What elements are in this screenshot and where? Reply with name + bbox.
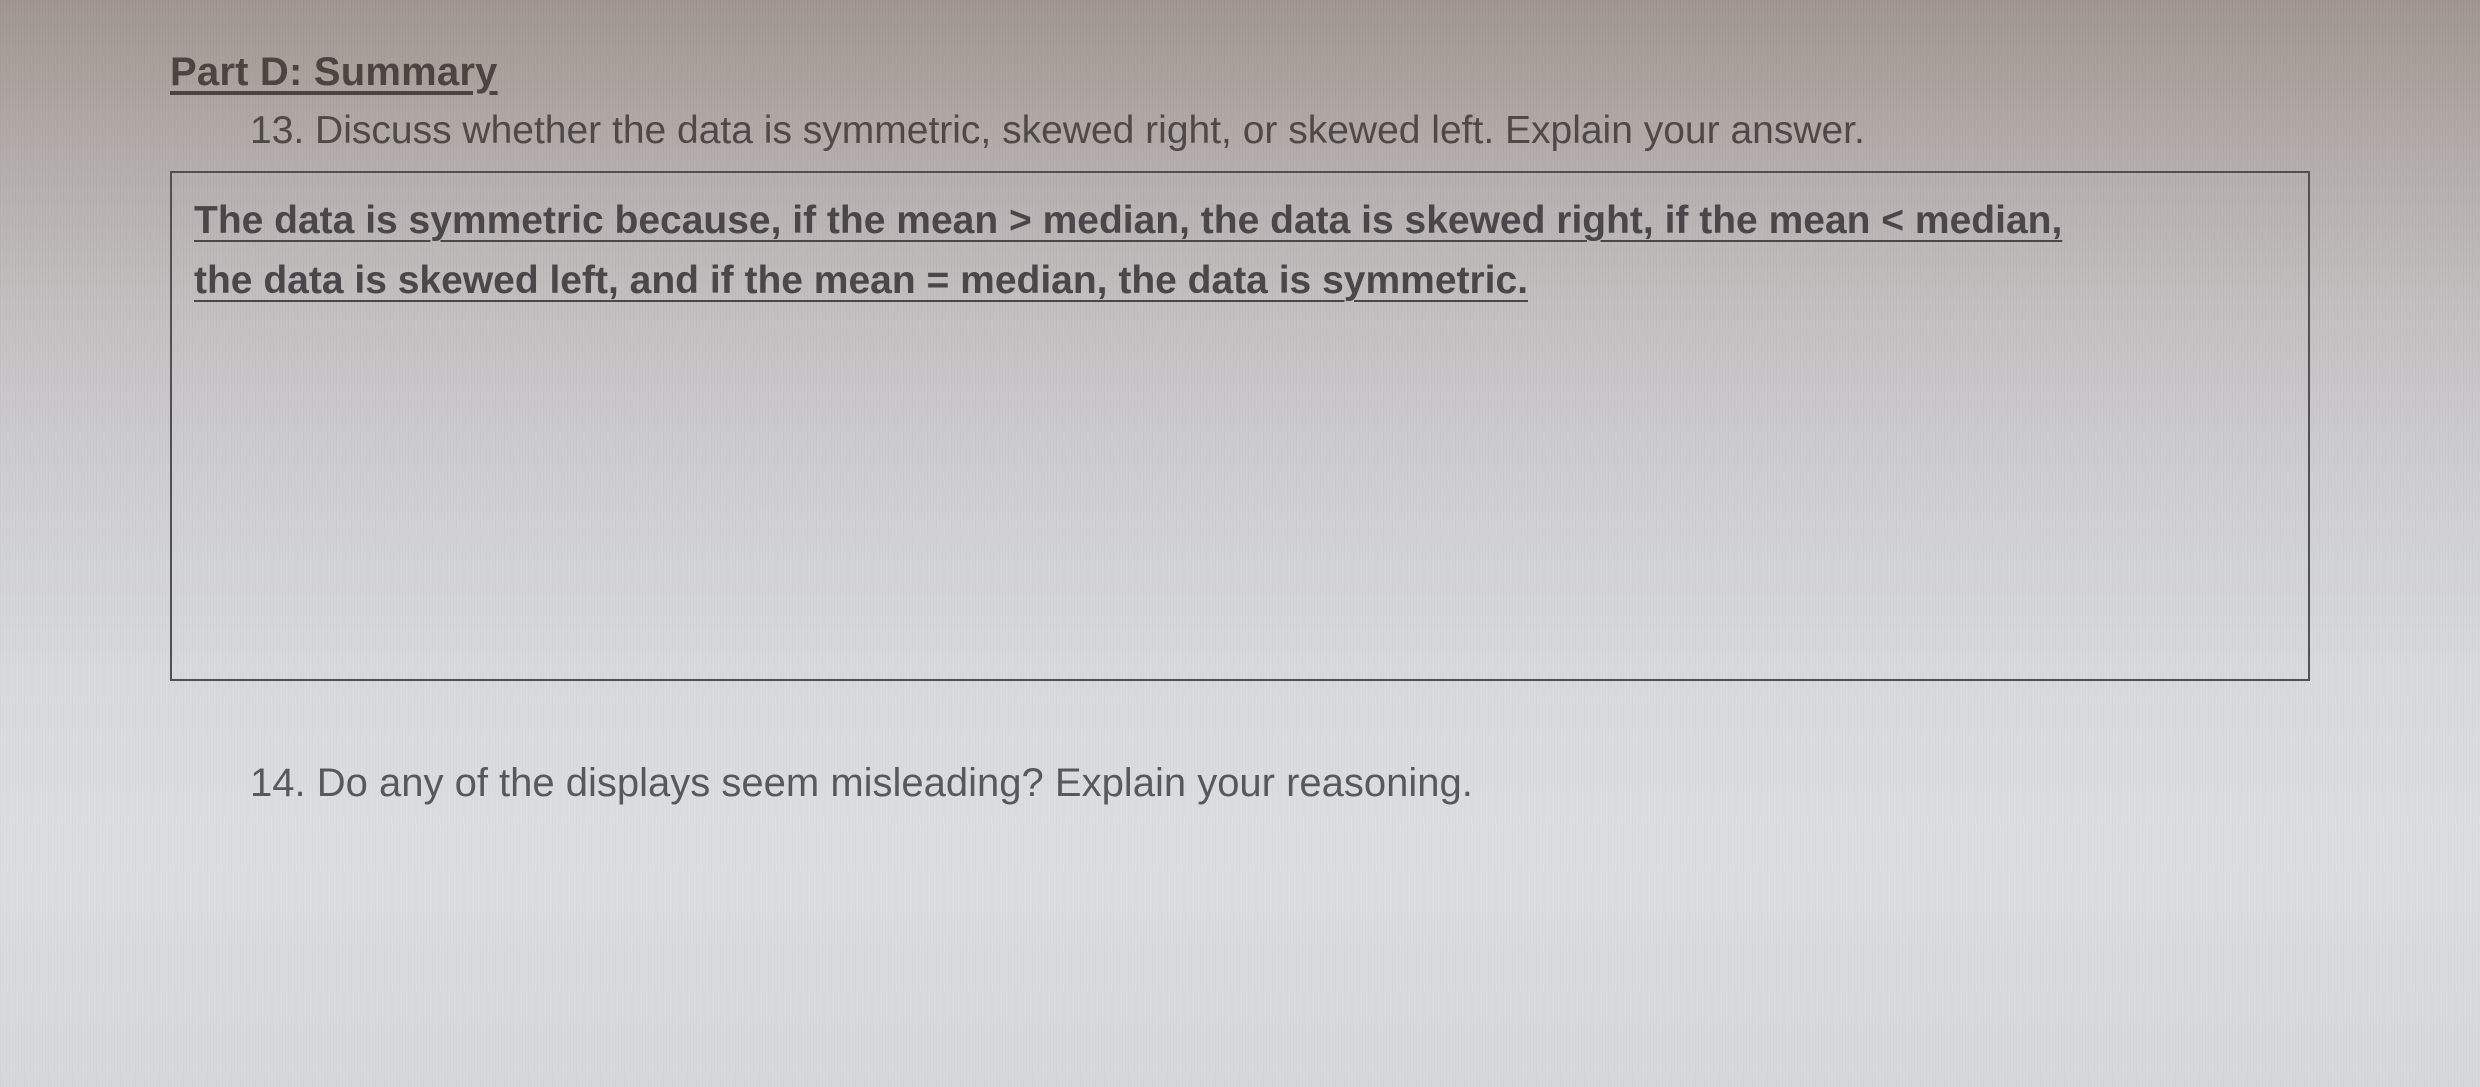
question-13-answer-line1: The data is symmetric because, if the me…: [194, 199, 2062, 242]
worksheet-page: Part D: Summary 13. Discuss whether the …: [0, 0, 2480, 1087]
question-13-answer-box[interactable]: The data is symmetric because, if the me…: [170, 171, 2310, 681]
part-d-heading: Part D: Summary: [170, 50, 2310, 95]
question-13-answer-line2b: symmetric.: [1322, 259, 1528, 302]
question-13-prompt: 13. Discuss whether the data is symmetri…: [250, 109, 2310, 153]
question-14-prompt: 14. Do any of the displays seem misleadi…: [250, 761, 2310, 806]
question-13-answer-line2a: the data is skewed left, and if the mean…: [194, 259, 1322, 302]
